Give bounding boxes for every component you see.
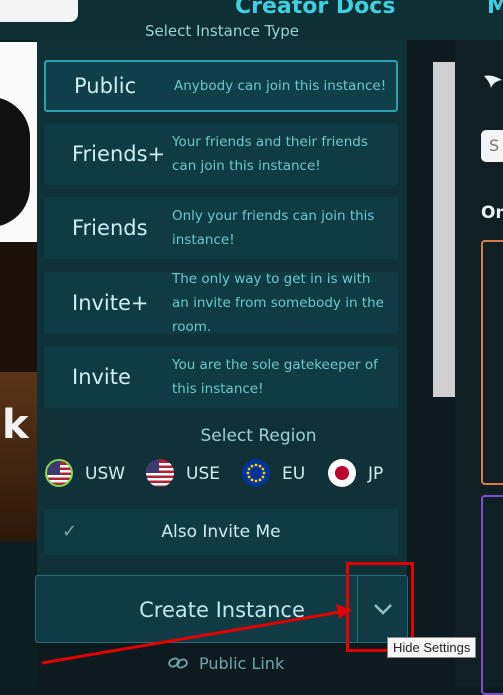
instance-type-name: Public <box>74 74 137 98</box>
instance-type-invite[interactable]: Invite You are the sole gatekeeper of th… <box>44 346 398 408</box>
jp-flag-icon <box>328 459 356 487</box>
link-icon <box>168 657 188 669</box>
region-heading: Select Region <box>200 426 317 446</box>
eu-flag-icon <box>242 459 270 487</box>
instance-type-name: Friends+ <box>72 142 166 166</box>
panel-scrollbar-thumb[interactable] <box>433 62 455 397</box>
instance-type-name: Invite <box>72 365 131 389</box>
bird-logo-icon <box>482 70 503 98</box>
instance-type-name: Invite+ <box>72 291 149 315</box>
instance-type-desc: Your friends and their friends can join … <box>172 134 368 174</box>
next-nav-link[interactable]: M <box>487 0 503 19</box>
instance-type-desc: You are the sole gatekeeper of this inst… <box>172 357 378 397</box>
us-flag-icon <box>146 459 174 487</box>
also-invite-me-toggle[interactable]: ✓ Also Invite Me <box>44 509 398 555</box>
instance-type-public[interactable]: Public Anybody can join this instance! <box>44 60 398 112</box>
also-invite-label: Also Invite Me <box>161 522 281 542</box>
search-input[interactable]: S <box>481 130 503 162</box>
public-link-label: Public Link <box>199 654 285 673</box>
region-label: EU <box>282 464 306 484</box>
section-heading-partial: On <box>481 203 503 223</box>
world-thumbnail: k <box>0 42 37 542</box>
hide-settings-tooltip: Hide Settings <box>387 637 477 658</box>
creator-docs-link[interactable]: Creator Docs <box>235 0 395 19</box>
top-left-tab[interactable] <box>0 0 78 22</box>
region-label: USW <box>85 464 126 484</box>
us-flag-icon <box>45 459 73 487</box>
instance-type-friends-plus[interactable]: Friends+ Your friends and their friends … <box>44 123 398 185</box>
instance-type-invite-plus[interactable]: Invite+ The only way to get in is with a… <box>44 271 398 335</box>
thumbnail-text: k <box>2 402 29 448</box>
instance-type-name: Friends <box>72 216 148 240</box>
content-card[interactable] <box>481 240 503 485</box>
instance-type-desc: Anybody can join this instance! <box>174 78 387 94</box>
instance-type-desc: Only your friends can join this instance… <box>172 208 375 248</box>
region-label: USE <box>186 464 220 484</box>
region-label: JP <box>368 464 384 484</box>
content-card[interactable] <box>481 495 503 695</box>
instance-type-heading: Select Instance Type <box>144 22 300 40</box>
instance-type-desc: The only way to get in is with an invite… <box>172 271 384 335</box>
instance-type-friends[interactable]: Friends Only your friends can join this … <box>44 197 398 259</box>
